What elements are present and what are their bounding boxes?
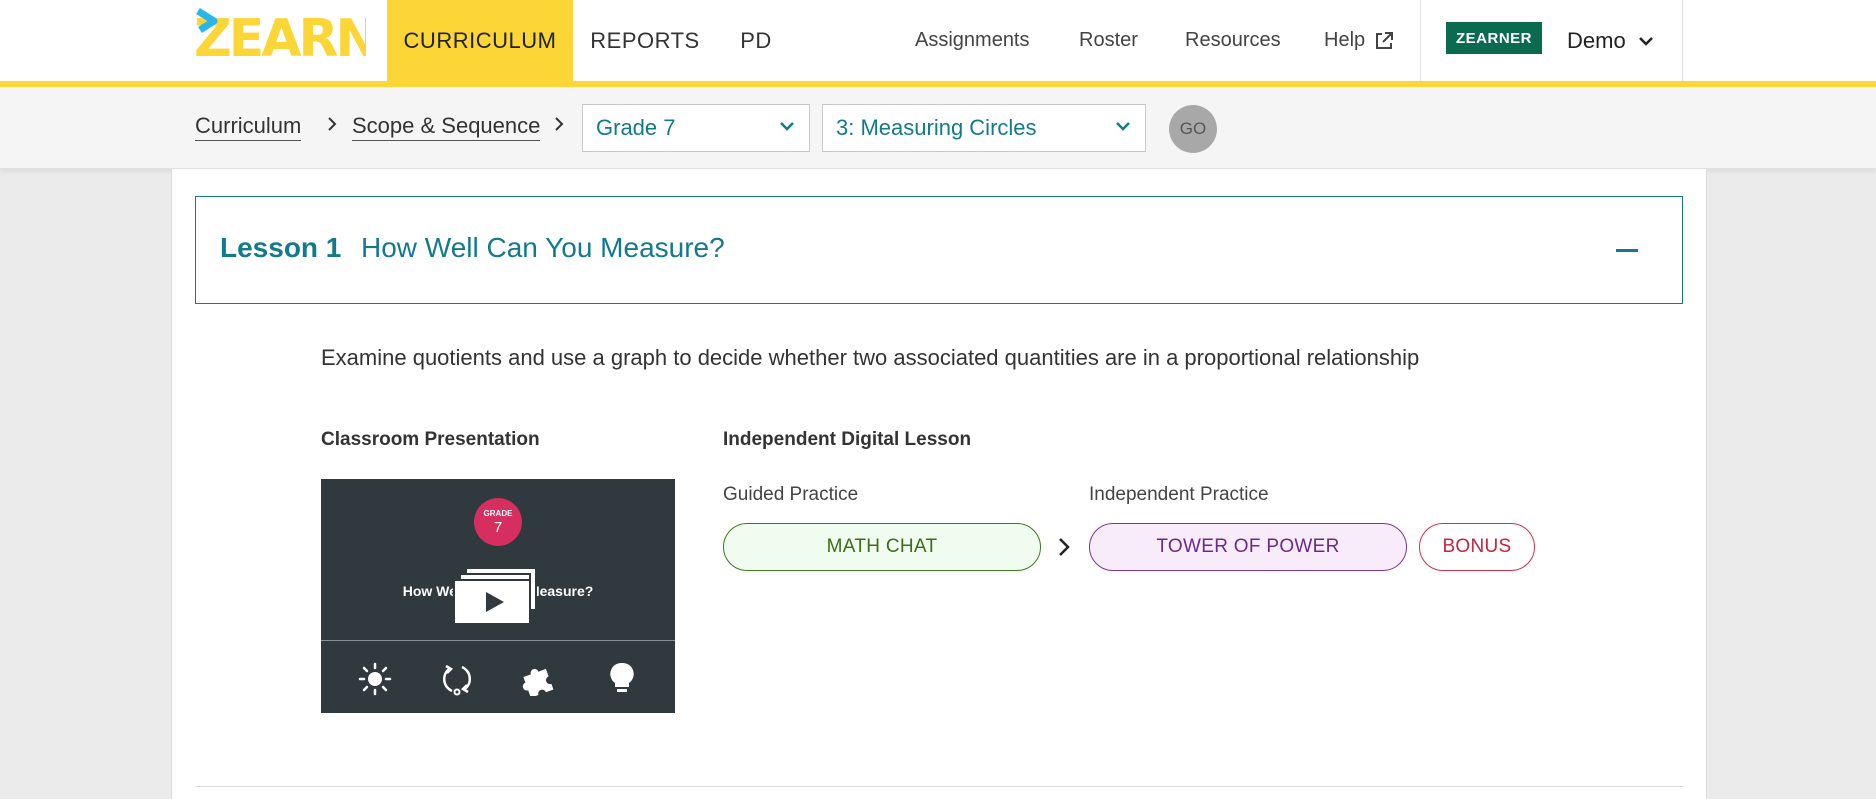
collapse-icon[interactable] [1616,249,1638,252]
zearn-logo-mark: ZEARN [194,8,366,62]
play-icon[interactable] [452,566,544,626]
unit-select[interactable]: 3: Measuring Circles [822,104,1146,152]
chevron-right-icon [1059,538,1070,556]
cycle-icon[interactable] [440,662,474,696]
user-menu[interactable]: Demo [1567,0,1654,81]
roster-label: Roster [1079,29,1138,51]
digital-lesson-heading: Independent Digital Lesson [723,429,972,450]
puzzle-icon[interactable] [522,662,556,696]
grade-badge-word: GRADE [483,509,513,518]
thumbnail-divider [321,640,675,641]
classroom-presentation-heading: Classroom Presentation [321,429,540,450]
help-label: Help [1324,29,1366,51]
grade-badge: GRADE 7 [474,498,522,546]
breadcrumb-curriculum-label: Curriculum [195,113,302,138]
chevron-down-icon [1638,36,1653,46]
math-chat-label: MATH CHAT [826,536,938,557]
zearner-badge[interactable]: ZEARNER [1446,22,1542,54]
assignments-link[interactable]: Assignments [915,0,1030,81]
lesson-title: How Well Can You Measure? [361,232,725,263]
tab-curriculum-label: CURRICULUM [403,27,557,53]
tab-reports[interactable]: REPORTS [573,0,717,81]
grade-select-value: Grade 7 [596,115,676,140]
zearner-badge-label: ZEARNER [1455,29,1532,47]
lesson-divider [195,786,1683,787]
tower-of-power-button[interactable]: TOWER OF POWER [1089,523,1407,571]
external-link-icon [1376,31,1394,49]
bonus-button[interactable]: BONUS [1419,523,1535,571]
roster-link[interactable]: Roster [1079,0,1138,81]
chevron-down-icon [780,122,794,131]
help-link[interactable]: Help [1324,0,1395,81]
zearn-logo[interactable]: ZEARN [194,8,366,62]
breadcrumb-curriculum[interactable]: Curriculum [195,112,302,141]
resources-label: Resources [1185,29,1281,51]
chevron-right-icon [328,117,337,131]
nav-divider [1420,0,1421,81]
independent-practice-label: Independent Practice [1089,484,1269,505]
nav-divider-right [1682,0,1683,81]
sun-icon[interactable] [358,662,392,696]
tab-curriculum[interactable]: CURRICULUM [387,0,573,81]
breadcrumb-scope-sequence[interactable]: Scope & Sequence [352,112,541,141]
lesson-description: Examine quotients and use a graph to dec… [321,345,1420,370]
chevron-down-icon [1116,122,1130,131]
tab-pd[interactable]: PD [717,0,795,81]
user-name: Demo [1567,27,1626,53]
svg-text:ZEARN: ZEARN [194,9,366,62]
lightbulb-icon[interactable] [605,660,639,696]
guided-practice-label: Guided Practice [723,484,859,505]
unit-select-value: 3: Measuring Circles [836,115,1037,140]
grade-badge-number: 7 [493,519,503,536]
tower-of-power-label: TOWER OF POWER [1156,536,1340,557]
assignments-label: Assignments [915,29,1030,51]
go-button-label: GO [1179,119,1207,138]
tab-reports-label: REPORTS [590,27,700,53]
resources-link[interactable]: Resources [1185,0,1281,81]
breadcrumb-scope-sequence-label: Scope & Sequence [352,113,541,138]
go-button[interactable]: GO [1169,105,1217,153]
math-chat-button[interactable]: MATH CHAT [723,523,1041,571]
lesson-number: Lesson 1 [220,232,342,263]
tab-pd-label: PD [740,27,772,53]
bonus-label: BONUS [1442,536,1512,557]
grade-select[interactable]: Grade 7 [582,104,810,152]
chevron-right-icon [555,117,564,131]
